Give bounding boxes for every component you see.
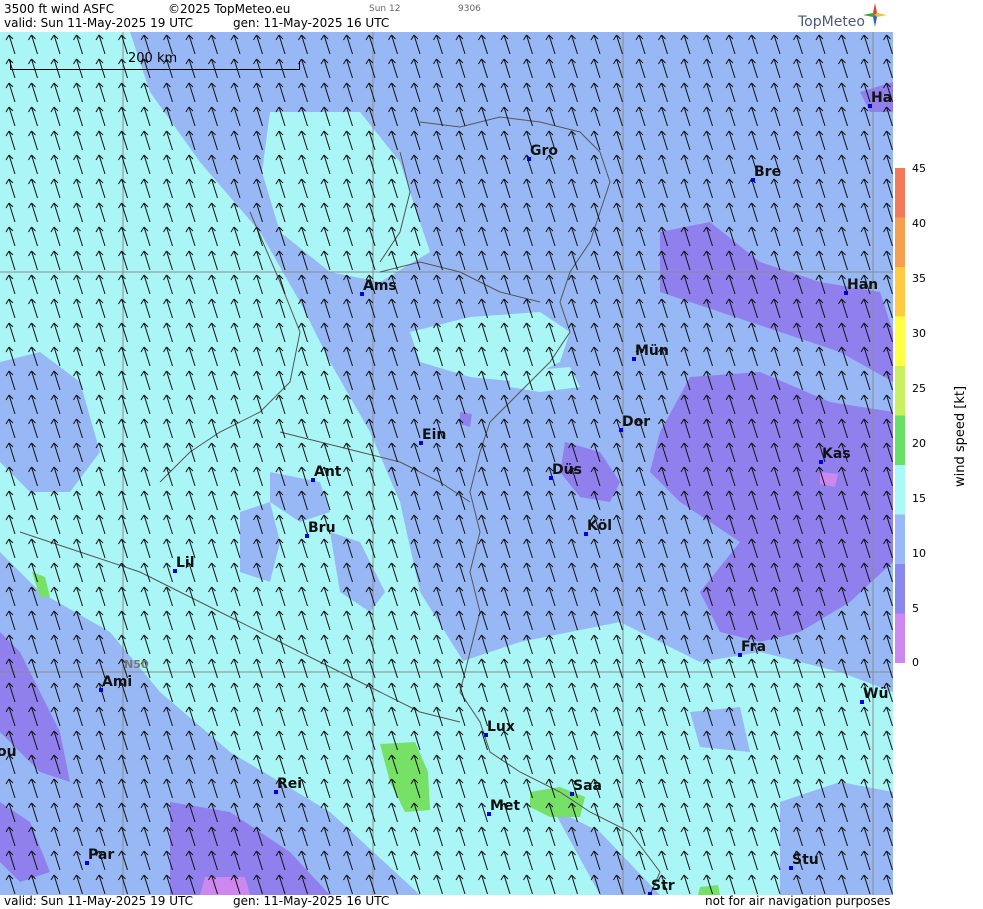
legend-tick-10: 10 [912,547,926,560]
legend-tick-0: 0 [912,656,919,669]
legend-tick-45: 45 [912,162,926,175]
code-label: 9306 [458,4,481,14]
legend-tick-40: 40 [912,217,926,230]
product-title: 3500 ft wind ASFC [4,2,115,16]
gen-time: gen: 11-May-2025 16 UTC [233,16,390,30]
legend-swatch [895,217,905,268]
latitude-label: N50 [124,658,149,671]
footer-disclaimer: not for air navigation purposes [705,894,891,908]
legend-tick-20: 20 [912,437,926,450]
legend-swatch [895,613,905,663]
legend-swatch [895,366,905,416]
chart-footer: valid: Sun 11-May-2025 19 UTC gen: 11-Ma… [0,894,893,909]
legend-swatch [895,267,905,317]
compass-logo-icon [863,3,887,27]
legend-swatch [895,564,905,614]
wind-map: 200 km N50 Ha Gro Bre Ams Han Mün Ein Do… [0,32,893,895]
run-label: Sun 12 [369,4,401,14]
legend-tick-35: 35 [912,272,926,285]
legend-tick-30: 30 [912,327,926,340]
chart-header: 3500 ft wind ASFC ©2025 TopMeteo.eu Sun … [0,0,893,32]
valid-time: valid: Sun 11-May-2025 19 UTC [4,16,193,30]
legend-swatch [895,168,905,218]
legend-swatch [895,316,905,367]
legend-swatch [895,514,905,565]
legend-tick-5: 5 [912,602,919,615]
footer-valid-time: valid: Sun 11-May-2025 19 UTC [4,894,193,908]
topmeteo-logo: TopMeteo [798,14,865,30]
scale-label: 200 km [128,51,178,66]
legend-tick-15: 15 [912,492,926,505]
legend-tick-25: 25 [912,382,926,395]
legend-color-bar [895,168,905,663]
color-legend: 45 40 35 30 25 20 15 10 5 0 wind speed [… [893,32,983,895]
legend-title: wind speed [kt] [953,385,968,487]
legend-swatch [895,465,905,515]
legend-swatch [895,415,905,466]
footer-gen-time: gen: 11-May-2025 16 UTC [233,894,390,908]
wind-field [0,32,893,895]
copyright: ©2025 TopMeteo.eu [168,2,291,16]
